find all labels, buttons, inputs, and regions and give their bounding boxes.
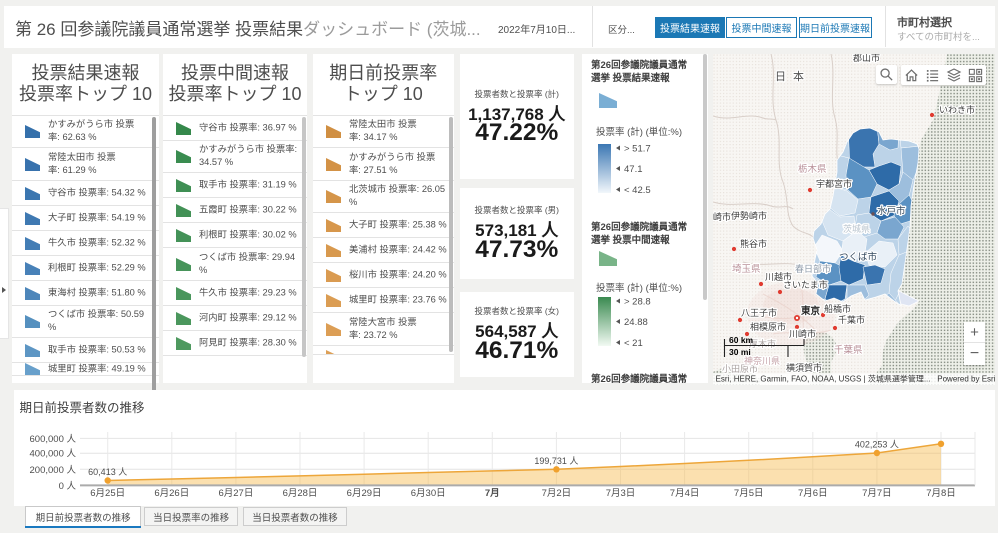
svg-text:< 42.5: < 42.5 bbox=[624, 185, 651, 196]
svg-text:茨城県: 茨城県 bbox=[843, 223, 870, 234]
svg-text:いわき市: いわき市 bbox=[939, 104, 975, 115]
svg-text:川崎市: 川崎市 bbox=[789, 328, 816, 339]
svg-text:Powered by Esri: Powered by Esri bbox=[937, 374, 995, 383]
svg-text:6月25日: 6月25日 bbox=[90, 488, 125, 499]
svg-text:30 mi: 30 mi bbox=[729, 347, 751, 357]
svg-text:八王子市: 八王子市 bbox=[741, 307, 777, 318]
svg-text:7月: 7月 bbox=[485, 488, 500, 499]
svg-text:< 21: < 21 bbox=[624, 338, 643, 349]
svg-text:6月26日: 6月26日 bbox=[154, 488, 189, 499]
svg-text:400,000 人: 400,000 人 bbox=[30, 449, 77, 460]
svg-text:春日部市: 春日部市 bbox=[795, 263, 831, 274]
svg-text:199,731 人: 199,731 人 bbox=[534, 456, 578, 466]
svg-text:60 km: 60 km bbox=[729, 335, 754, 345]
svg-text:栃木県: 栃木県 bbox=[798, 163, 827, 175]
svg-text:熊谷市: 熊谷市 bbox=[740, 238, 767, 249]
svg-text:7月3日: 7月3日 bbox=[606, 488, 636, 499]
svg-text:船橋市: 船橋市 bbox=[824, 303, 851, 314]
svg-text:横須賀市: 横須賀市 bbox=[786, 362, 822, 373]
svg-text:7月6日: 7月6日 bbox=[798, 488, 828, 499]
svg-text:600,000 人: 600,000 人 bbox=[30, 434, 77, 445]
svg-text:相模原市: 相模原市 bbox=[750, 321, 786, 332]
svg-text:伊勢崎市: 伊勢崎市 bbox=[731, 210, 767, 221]
svg-text:6月30日: 6月30日 bbox=[411, 488, 446, 499]
svg-text:さいたま市: さいたま市 bbox=[783, 279, 828, 290]
svg-text:東京: 東京 bbox=[800, 305, 821, 317]
svg-text:7月8日: 7月8日 bbox=[926, 488, 956, 499]
svg-text:日 本: 日 本 bbox=[775, 69, 806, 83]
svg-text:0 人: 0 人 bbox=[59, 481, 77, 492]
svg-text:宇都宮市: 宇都宮市 bbox=[816, 178, 852, 189]
svg-text:60,413 人: 60,413 人 bbox=[88, 467, 127, 477]
svg-text:千葉県: 千葉県 bbox=[834, 344, 863, 356]
svg-text:崎市: 崎市 bbox=[713, 211, 731, 222]
svg-text:6月29日: 6月29日 bbox=[347, 488, 382, 499]
svg-text:7月4日: 7月4日 bbox=[670, 488, 700, 499]
svg-text:7月5日: 7月5日 bbox=[734, 488, 764, 499]
svg-text:埼玉県: 埼玉県 bbox=[732, 263, 761, 275]
svg-text:47.1: 47.1 bbox=[624, 164, 643, 175]
svg-text:7月7日: 7月7日 bbox=[862, 488, 892, 499]
svg-text:水戸市: 水戸市 bbox=[877, 205, 906, 217]
svg-text:24.88: 24.88 bbox=[624, 317, 648, 328]
svg-text:> 51.7: > 51.7 bbox=[624, 144, 651, 155]
svg-text:つくば市: つくば市 bbox=[839, 251, 878, 263]
svg-text:6月27日: 6月27日 bbox=[218, 488, 253, 499]
svg-text:6月28日: 6月28日 bbox=[283, 488, 318, 499]
svg-text:402,253 人: 402,253 人 bbox=[855, 440, 899, 450]
svg-text:200,000 人: 200,000 人 bbox=[30, 465, 77, 476]
svg-text:> 28.8: > 28.8 bbox=[624, 297, 651, 308]
svg-text:千葉市: 千葉市 bbox=[838, 314, 865, 325]
svg-text:郡山市: 郡山市 bbox=[853, 54, 880, 63]
svg-text:Esri, HERE, Garmin, FAO, NOAA,: Esri, HERE, Garmin, FAO, NOAA, USGS | 茨城… bbox=[716, 373, 931, 383]
svg-text:7月2日: 7月2日 bbox=[542, 488, 572, 499]
